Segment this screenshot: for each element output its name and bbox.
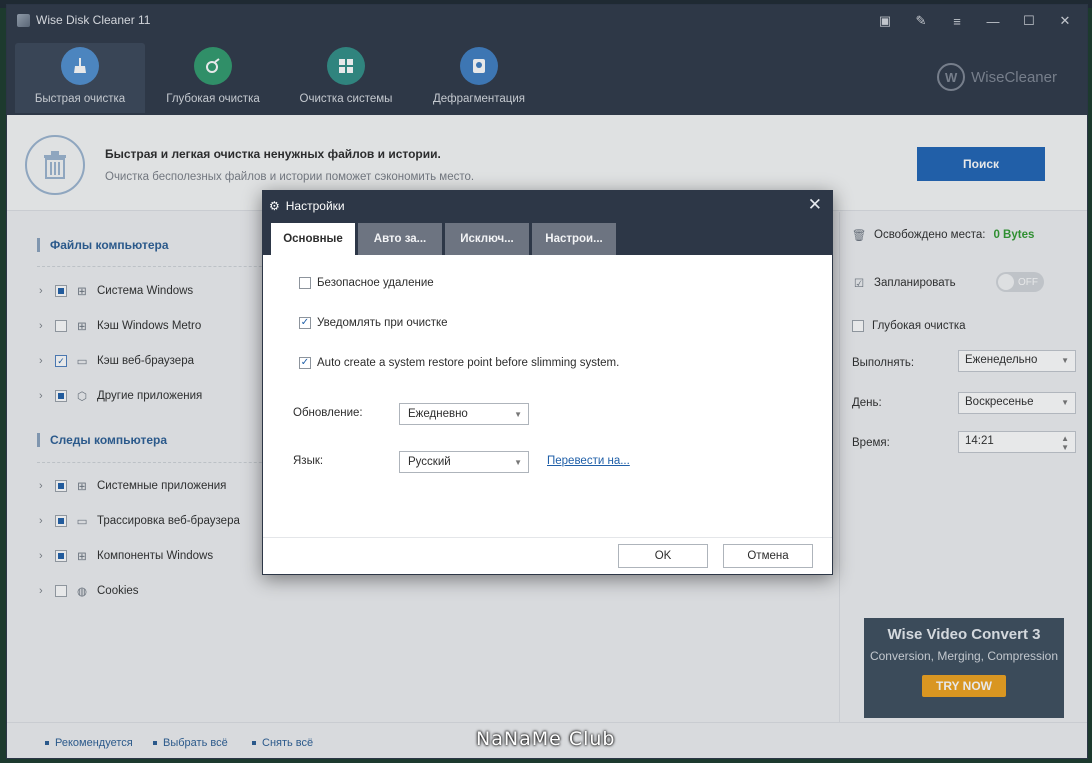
update-label: Обновление: — [293, 407, 363, 419]
chevron-down-icon: ▼ — [514, 410, 522, 419]
watermark: NaNaMe Club — [476, 728, 616, 750]
tab-customize[interactable]: Настрои... — [532, 223, 616, 255]
close-icon[interactable]: ✕ — [808, 195, 822, 215]
settings-tabs: Основные Авто за... Исключ... Настрои... — [271, 223, 616, 255]
dialog-body: Безопасное удаление ✓ Уведомлять при очи… — [263, 255, 832, 537]
restore-point-option[interactable]: ✓ Auto create a system restore point bef… — [299, 357, 619, 369]
tab-exclusions[interactable]: Исключ... — [445, 223, 529, 255]
dialog-header: ⚙ Настройки ✕ Основные Авто за... Исключ… — [263, 191, 832, 255]
language-label: Язык: — [293, 455, 324, 467]
checkbox[interactable] — [299, 277, 311, 289]
app-window: Wise Disk Cleaner 11 ▣ ✎ ≡ — ☐ ✕ Быстрая… — [6, 4, 1088, 759]
language-value: Русский — [408, 456, 451, 468]
checkbox[interactable]: ✓ — [299, 317, 311, 329]
gear-icon: ⚙ — [269, 199, 280, 213]
update-select[interactable]: Ежедневно ▼ — [399, 403, 529, 425]
dialog-title-text: Настройки — [285, 199, 345, 213]
chevron-down-icon: ▼ — [514, 458, 522, 467]
checkbox[interactable]: ✓ — [299, 357, 311, 369]
restore-point-label: Auto create a system restore point befor… — [317, 357, 620, 369]
translate-link[interactable]: Перевести на... — [547, 455, 630, 467]
secure-delete-label: Безопасное удаление — [317, 277, 434, 289]
cancel-button[interactable]: Отмена — [723, 544, 813, 568]
update-value: Ежедневно — [408, 408, 468, 420]
notify-option[interactable]: ✓ Уведомлять при очистке — [299, 317, 448, 329]
language-select[interactable]: Русский ▼ — [399, 451, 529, 473]
ok-button[interactable]: OK — [618, 544, 708, 568]
secure-delete-option[interactable]: Безопасное удаление — [299, 277, 434, 289]
tab-auto-clean[interactable]: Авто за... — [358, 223, 442, 255]
notify-label: Уведомлять при очистке — [317, 317, 448, 329]
tab-general[interactable]: Основные — [271, 223, 355, 255]
settings-dialog: ⚙ Настройки ✕ Основные Авто за... Исключ… — [262, 190, 833, 575]
dialog-title: ⚙ Настройки — [269, 199, 345, 213]
dialog-footer: OK Отмена — [263, 537, 832, 576]
